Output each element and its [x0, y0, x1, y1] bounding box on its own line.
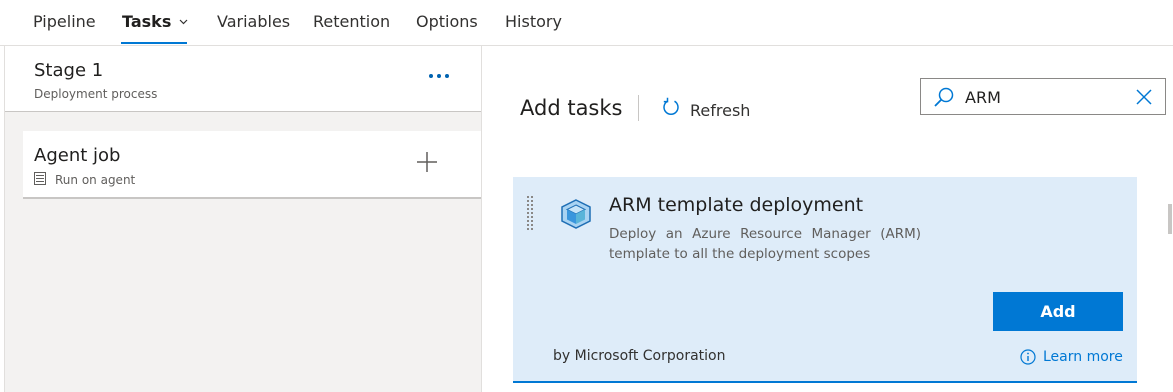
tab-tasks-label: Tasks: [122, 12, 172, 31]
search-icon: [934, 87, 954, 107]
task-result-card[interactable]: ARM template deployment Deploy an Azure …: [513, 177, 1137, 383]
tab-options[interactable]: Options: [416, 12, 478, 31]
task-author: by Microsoft Corporation: [553, 348, 726, 364]
info-icon: [1020, 349, 1036, 365]
add-task-button[interactable]: Add: [993, 292, 1123, 331]
task-search-box[interactable]: [920, 78, 1166, 115]
stage-title: Stage 1: [34, 60, 104, 81]
learn-more-label: Learn more: [1043, 349, 1123, 365]
scrollbar-thumb[interactable]: [1168, 204, 1172, 234]
stage-header[interactable]: Stage 1 Deployment process: [5, 46, 481, 112]
pipeline-tab-bar: Pipeline Tasks Variables Retention Optio…: [0, 0, 1173, 46]
ellipsis-icon[interactable]: [429, 74, 451, 80]
drag-handle-icon[interactable]: [527, 196, 537, 232]
agent-job-subtitle: Run on agent: [55, 173, 136, 187]
tab-variables[interactable]: Variables: [217, 12, 290, 31]
refresh-icon: [663, 97, 679, 115]
search-input[interactable]: [965, 85, 1125, 109]
tab-pipeline[interactable]: Pipeline: [33, 12, 96, 31]
add-tasks-title: Add tasks: [520, 96, 623, 120]
add-tasks-panel: Add tasks Refresh ARM ARM template deplo…: [483, 46, 1173, 392]
active-tab-indicator: [121, 42, 187, 44]
task-description: Deploy an Azure Resource Manager (ARM) t…: [609, 226, 921, 262]
agent-job-item[interactable]: Agent job Run on agent: [23, 131, 481, 199]
stage-subtitle: Deployment process: [34, 87, 158, 101]
tab-history[interactable]: History: [505, 12, 562, 31]
agent-job-title: Agent job: [34, 145, 121, 166]
process-pane: Stage 1 Deployment process Agent job Run…: [0, 46, 482, 392]
plus-icon[interactable]: [415, 150, 439, 174]
task-title: ARM template deployment: [609, 194, 864, 216]
refresh-label: Refresh: [690, 101, 751, 120]
tab-tasks[interactable]: Tasks: [122, 12, 188, 31]
header-divider: [638, 95, 639, 121]
close-icon[interactable]: [1136, 89, 1152, 105]
tab-retention[interactable]: Retention: [313, 12, 390, 31]
azure-resource-cube-icon: [561, 199, 591, 229]
server-icon: [34, 172, 46, 185]
chevron-down-icon: [179, 19, 188, 25]
